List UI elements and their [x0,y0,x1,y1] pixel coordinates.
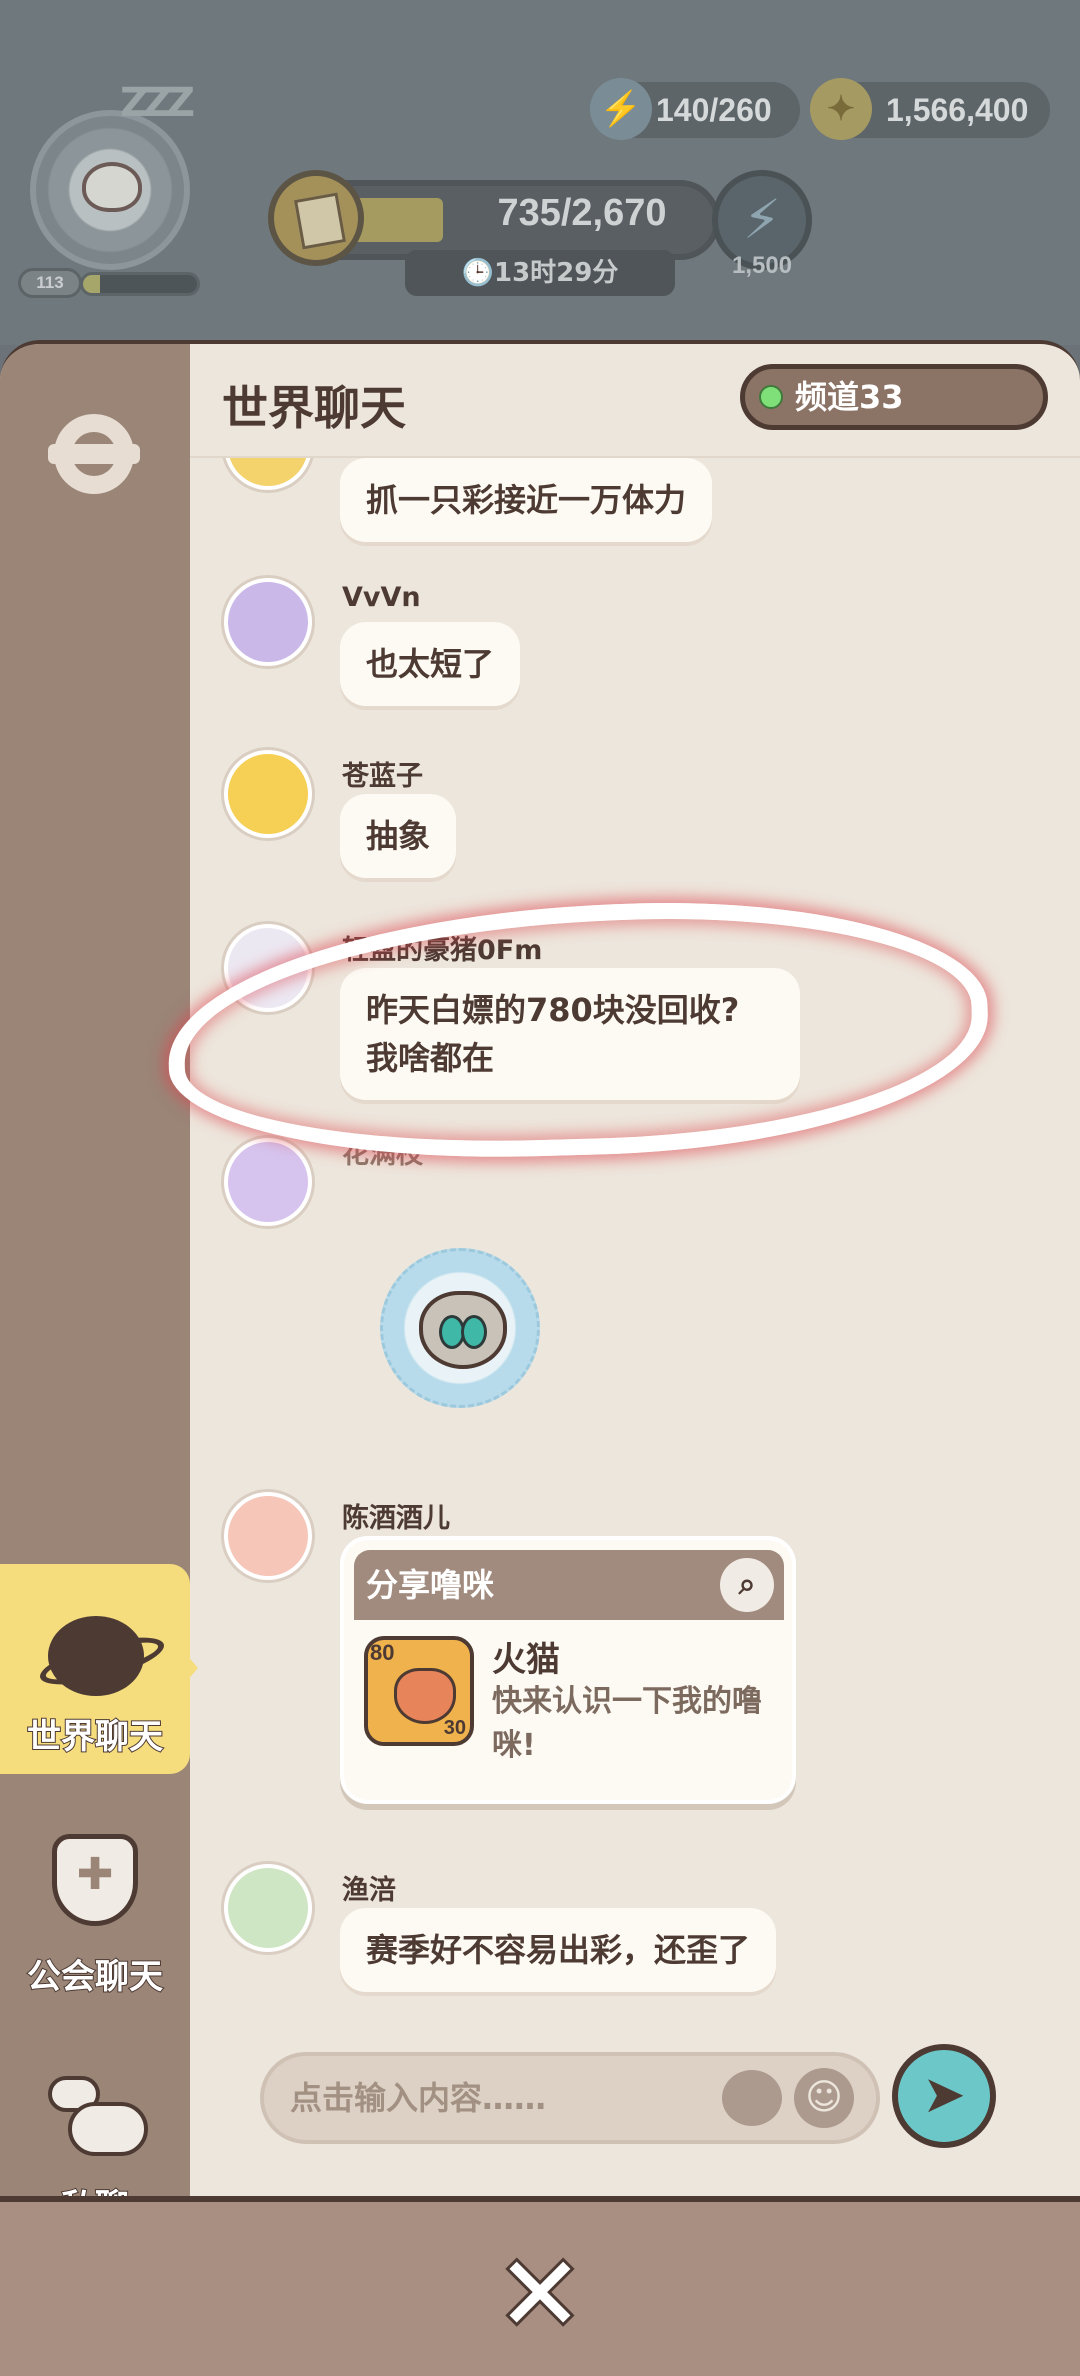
bolt-reward-value: 1,500 [731,252,793,279]
planet-icon [48,1616,144,1696]
sticker-image[interactable] [380,1248,540,1408]
channel-selector[interactable]: 频道33 [740,364,1048,430]
pet-share-card[interactable]: 分享噜咪 ⌕ 80 30 火猫 快来认识一下我的噜咪! [340,1536,796,1804]
chat-sidebar: 世界聊天 公会聊天 私聊 [0,344,198,2200]
magnifier-icon[interactable]: ⌕ [720,1558,774,1612]
gear-icon [48,414,140,494]
message-bubble[interactable]: 赛季好不容易出彩，还歪了 [340,1908,777,1992]
tab-guild-chat-label: 公会聊天 [26,1956,164,1998]
avatar[interactable] [224,1492,312,1580]
sender-name: 苍蓝子 [342,761,423,792]
channel-label: 频道33 [795,378,904,416]
message-bubble[interactable]: 也太短了 [340,622,521,706]
share-card-title: 分享噜咪 [366,1566,495,1604]
coin-counter[interactable]: ✦ 1,566,400 [810,78,1050,140]
sender-name: 花满枝 [342,1139,423,1170]
paper-plane-icon: ➤ [922,2065,966,2125]
chat-panel: 世界聊天 公会聊天 私聊 世界聊天 频道33 抓一只彩接近一万体力 VvVn 也… [0,340,1080,2200]
avatar[interactable] [224,750,312,838]
online-dot-icon [759,385,783,409]
sender-name: 陈酒酒儿 [342,1503,450,1534]
sleep-zzz-icon: ZZZ [120,80,195,126]
avatar[interactable] [224,458,312,490]
game-hud: ZZZ 113 ⚡ 140/260 ✦ 1,566,400 735/2,670 … [0,0,1080,345]
quest-scroll-icon[interactable] [268,170,364,266]
fire-cat-icon [394,1668,456,1724]
player-avatar[interactable] [30,110,190,270]
send-button[interactable]: ➤ [892,2044,996,2148]
message-list[interactable]: 抓一只彩接近一万体力 VvVn 也太短了 苍蓝子 抽象 轻盈的豪猪0Fm 昨天白… [190,458,1080,2028]
pet-description: 快来认识一下我的噜咪! [492,1684,762,1763]
tab-private-chat[interactable]: 私聊 [0,2034,190,2200]
close-icon: ✕ [493,2233,586,2355]
sender-name: 轻盈的豪猪0Fm [342,935,543,966]
emoji-button[interactable]: ☺ [794,2068,854,2128]
pet-name: 火猫 [492,1640,560,1680]
avatar[interactable] [224,578,312,666]
quest-progress-value: 735/2,670 [497,192,667,234]
tab-world-chat[interactable]: 世界聊天 [0,1564,198,1774]
tab-guild-chat[interactable]: 公会聊天 [0,1804,190,2014]
avatar[interactable] [224,1138,312,1226]
settings-button[interactable] [48,414,140,494]
sender-name: 渔涪 [342,1875,396,1906]
pet-emote-button[interactable] [722,2070,782,2126]
close-button[interactable]: ✕ [492,2239,588,2349]
bolt-icon: ⚡ [590,78,652,140]
energy-value: 140/260 [656,92,772,128]
chat-bubbles-icon [48,2076,148,2156]
pet-level: 80 [370,1640,395,1665]
pet-stat: 30 [443,1717,466,1739]
chat-input-bar: ☺ [260,2052,880,2144]
message-bubble[interactable]: 抓一只彩接近一万体力 [340,458,713,542]
player-level: 113 [18,268,82,298]
xp-bar [80,272,200,296]
coin-icon: ✦ [810,78,872,140]
share-card-header: 分享噜咪 ⌕ [354,1550,784,1620]
energy-counter[interactable]: ⚡ 140/260 [590,78,800,140]
message-bubble[interactable]: 抽象 [340,794,457,878]
coin-value: 1,566,400 [886,92,1029,128]
pet-portrait[interactable]: 80 30 [364,1636,474,1746]
shield-icon [52,1834,138,1926]
tab-world-chat-label: 世界聊天 [26,1716,164,1758]
sender-name: VvVn [342,582,421,613]
avatar[interactable] [224,1864,312,1952]
message-input[interactable] [290,2056,710,2140]
avatar[interactable] [224,924,312,1012]
bottom-bar: ✕ [0,2196,1080,2376]
message-bubble[interactable]: 昨天白嫖的780块没回收? 我啥都在 [340,968,800,1100]
page-title: 世界聊天 [222,381,406,435]
quest-timer: 🕒13时29分 [405,250,675,296]
